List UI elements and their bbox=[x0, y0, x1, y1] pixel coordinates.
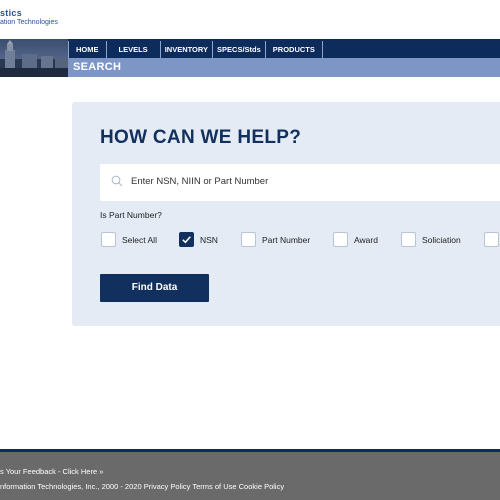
footer-legal: nformation Technologies, Inc., 2000 - 20… bbox=[0, 482, 284, 491]
banner-photo bbox=[0, 39, 68, 77]
section-title: SEARCH bbox=[73, 61, 122, 73]
checkbox[interactable] bbox=[101, 232, 116, 247]
search-input[interactable]: Enter NSN, NIIN or Part Number bbox=[100, 164, 500, 201]
option-nsn[interactable]: NSN bbox=[179, 232, 229, 247]
option-label: Select All bbox=[122, 235, 157, 245]
terms-of-use-link[interactable]: Terms of Use bbox=[192, 482, 236, 491]
checkbox[interactable] bbox=[401, 232, 416, 247]
nav-home[interactable]: HOME bbox=[68, 41, 107, 58]
option-label: Award bbox=[354, 235, 378, 245]
option-label: Part Number bbox=[262, 235, 311, 245]
checkbox-checked[interactable] bbox=[179, 232, 194, 247]
option-award[interactable]: Award bbox=[333, 232, 388, 247]
nav-inventory[interactable]: INVENTORY bbox=[161, 41, 214, 58]
checkbox[interactable] bbox=[484, 232, 499, 247]
option-part-number[interactable]: Part Number bbox=[241, 232, 321, 247]
logo-line-1: stics bbox=[0, 8, 23, 18]
copyright-text: nformation Technologies, Inc., 2000 - 20… bbox=[0, 482, 142, 491]
nav-products[interactable]: PRODUCTS bbox=[266, 41, 323, 58]
company-logo[interactable]: stics ation Technologies bbox=[0, 0, 120, 36]
checkbox[interactable] bbox=[333, 232, 348, 247]
building-photo-icon bbox=[0, 40, 68, 77]
is-part-number-label: Is Part Number? bbox=[100, 210, 162, 220]
option-soliciation[interactable]: Soliciation bbox=[401, 232, 471, 247]
cookie-policy-link[interactable]: Cookie Policy bbox=[239, 482, 284, 491]
main-nav: HOME LEVELS INVENTORY SPECS/Stds PRODUCT… bbox=[68, 41, 323, 58]
option-select-all[interactable]: Select All bbox=[101, 232, 171, 247]
help-heading: HOW CAN WE HELP? bbox=[100, 127, 302, 148]
nav-levels[interactable]: LEVELS bbox=[107, 41, 161, 58]
section-bar: SEARCH bbox=[68, 58, 500, 77]
option-label: Soliciation bbox=[422, 235, 461, 245]
logo-line-2: ation Technologies bbox=[0, 19, 58, 26]
search-icon bbox=[111, 175, 123, 187]
checkmark-icon bbox=[182, 236, 191, 244]
nav-specs[interactable]: SPECS/Stds bbox=[213, 41, 266, 58]
footer: s Your Feedback - Click Here » nformatio… bbox=[0, 452, 500, 500]
option-other[interactable] bbox=[484, 232, 499, 247]
find-data-button[interactable]: Find Data bbox=[100, 274, 209, 302]
option-label: NSN bbox=[200, 235, 218, 245]
search-placeholder: Enter NSN, NIIN or Part Number bbox=[131, 176, 269, 187]
privacy-policy-link[interactable]: Privacy Policy bbox=[144, 482, 191, 491]
checkbox[interactable] bbox=[241, 232, 256, 247]
feedback-link[interactable]: s Your Feedback - Click Here » bbox=[0, 467, 103, 476]
search-panel: HOW CAN WE HELP? Enter NSN, NIIN or Part… bbox=[72, 102, 500, 326]
